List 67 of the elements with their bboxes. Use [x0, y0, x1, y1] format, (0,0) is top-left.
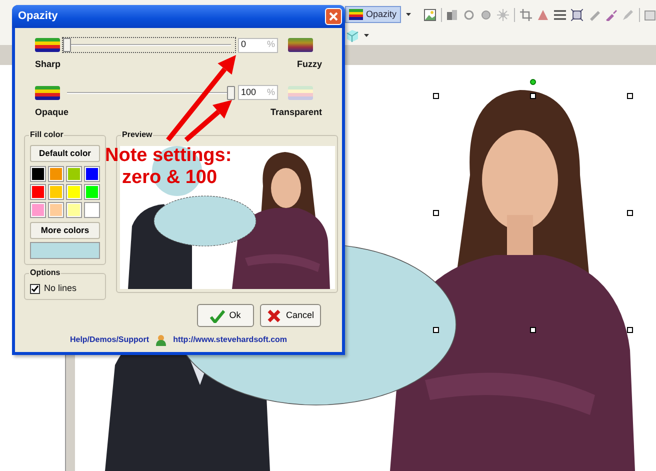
stripes-icon: [288, 86, 313, 100]
window-title: Opazity: [18, 9, 58, 24]
color-swatch[interactable]: [49, 167, 63, 181]
checkmark-icon: [210, 308, 226, 322]
crop-icon[interactable]: [520, 8, 532, 20]
slider-thumb[interactable]: [227, 86, 235, 100]
slider-label: Transparent: [270, 106, 322, 119]
picture-frame-icon[interactable]: [644, 8, 656, 20]
checkbox-label: No lines: [44, 282, 77, 295]
check-icon: [31, 285, 39, 292]
color-swatch[interactable]: [85, 167, 99, 181]
cancel-button[interactable]: Cancel: [260, 304, 321, 327]
color-swatch[interactable]: [31, 185, 45, 199]
ellipse-shape[interactable]: [154, 196, 256, 246]
color-swatch[interactable]: [67, 203, 81, 217]
help-link[interactable]: Help/Demos/Support: [70, 334, 150, 346]
slider-label: Opaque: [35, 106, 69, 119]
color-swatch[interactable]: [67, 167, 81, 181]
triangle-icon[interactable]: [536, 8, 549, 20]
slider-label: Sharp: [35, 58, 61, 71]
lines-icon[interactable]: [554, 8, 566, 20]
color-swatch[interactable]: [85, 185, 99, 199]
color-swatch[interactable]: [49, 203, 63, 217]
group-title: Fill color: [29, 130, 64, 140]
value-field[interactable]: 0 %: [238, 38, 278, 52]
slider[interactable]: [63, 38, 235, 52]
selection-handle[interactable]: [433, 327, 439, 333]
selection-handle[interactable]: [627, 93, 633, 99]
caret-icon[interactable]: [406, 13, 411, 16]
selection-handle[interactable]: [433, 210, 439, 216]
frame-icon[interactable]: [570, 8, 583, 20]
group-title: Options: [29, 268, 62, 278]
stripes-icon: [35, 38, 60, 52]
annotation-text: zero & 100: [122, 167, 218, 189]
group-title: Preview: [121, 130, 154, 140]
selection-handle[interactable]: [433, 93, 439, 99]
opacity-button[interactable]: Opazity: [345, 6, 401, 23]
cross-icon: [267, 308, 282, 322]
cube-icon[interactable]: [345, 28, 359, 43]
annotation-text: Note settings:: [105, 145, 232, 167]
stripes-icon: [288, 38, 313, 52]
color-swatch[interactable]: [31, 203, 45, 217]
person-icon: [155, 334, 168, 346]
close-button[interactable]: [325, 8, 342, 25]
selection-handle[interactable]: [530, 327, 536, 333]
website-link[interactable]: http://www.stevehardsoft.com: [173, 334, 288, 346]
selection-handle[interactable]: [530, 93, 536, 99]
stripes-icon: [35, 86, 60, 100]
brush-icon[interactable]: [604, 8, 617, 20]
slider-label: Fuzzy: [296, 58, 322, 71]
default-color-button[interactable]: Default color: [30, 145, 100, 162]
close-icon[interactable]: [329, 12, 338, 21]
current-color-swatch: [30, 242, 100, 259]
image-icon[interactable]: [424, 8, 436, 20]
color-swatch[interactable]: [31, 167, 45, 181]
color-swatch[interactable]: [67, 185, 81, 199]
more-colors-button[interactable]: More colors: [30, 222, 100, 239]
slider-thumb[interactable]: [63, 38, 71, 52]
color-swatch[interactable]: [49, 185, 63, 199]
rotation-handle[interactable]: [530, 79, 536, 85]
selection-handle[interactable]: [627, 327, 633, 333]
selection-handle[interactable]: [627, 210, 633, 216]
caret-icon[interactable]: [364, 34, 369, 37]
ok-button[interactable]: Ok: [197, 304, 254, 327]
checkbox[interactable]: [30, 284, 40, 294]
value-field[interactable]: 100 %: [238, 85, 278, 100]
color-swatch[interactable]: [85, 203, 99, 217]
